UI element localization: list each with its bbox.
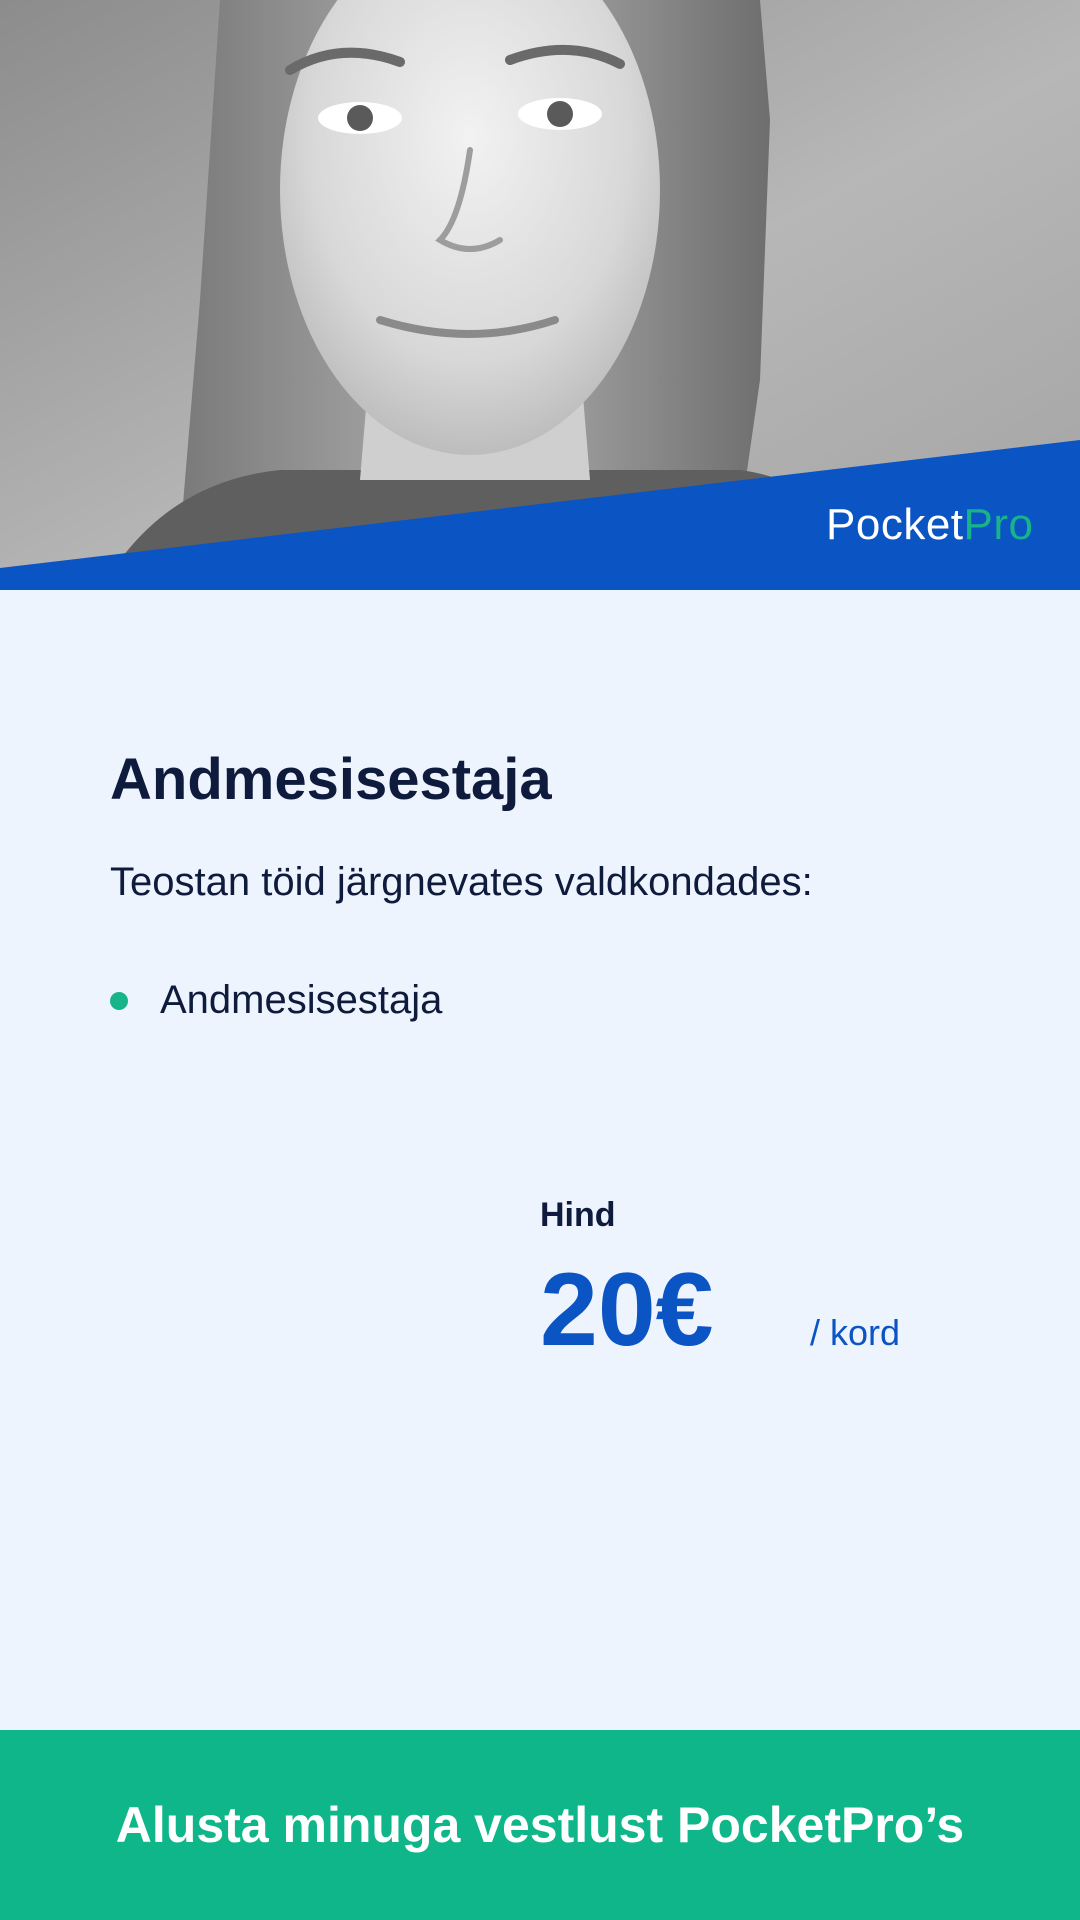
bullet-icon bbox=[110, 992, 128, 1010]
price-label: Hind bbox=[540, 1196, 616, 1234]
price-row: 20€ / kord bbox=[540, 1255, 960, 1365]
skill-label: Andmesisestaja bbox=[160, 978, 443, 1022]
price-block: Hind 20€ / kord bbox=[540, 1195, 960, 1365]
pocketpro-logo: PocketPro bbox=[826, 500, 1034, 550]
start-chat-label: Alusta minuga vestlust PocketPro’s bbox=[115, 1797, 965, 1853]
skills-list: Andmesisestaja bbox=[110, 975, 990, 1025]
job-title: Andmesisestaja bbox=[110, 747, 552, 812]
price-value: 20€ bbox=[540, 1252, 714, 1368]
logo-text-accent: Pro bbox=[963, 500, 1034, 549]
logo-text-main: Pocket bbox=[826, 500, 964, 549]
profile-photo-header: PocketPro bbox=[0, 0, 1080, 590]
price-unit: / kord bbox=[810, 1312, 901, 1353]
start-chat-button[interactable]: Alusta minuga vestlust PocketPro’s bbox=[0, 1730, 1080, 1920]
list-item: Andmesisestaja bbox=[110, 975, 990, 1025]
profile-content: Andmesisestaja Teostan töid järgnevates … bbox=[110, 745, 990, 1025]
intro-text: Teostan töid järgnevates valdkondades: bbox=[110, 860, 813, 904]
